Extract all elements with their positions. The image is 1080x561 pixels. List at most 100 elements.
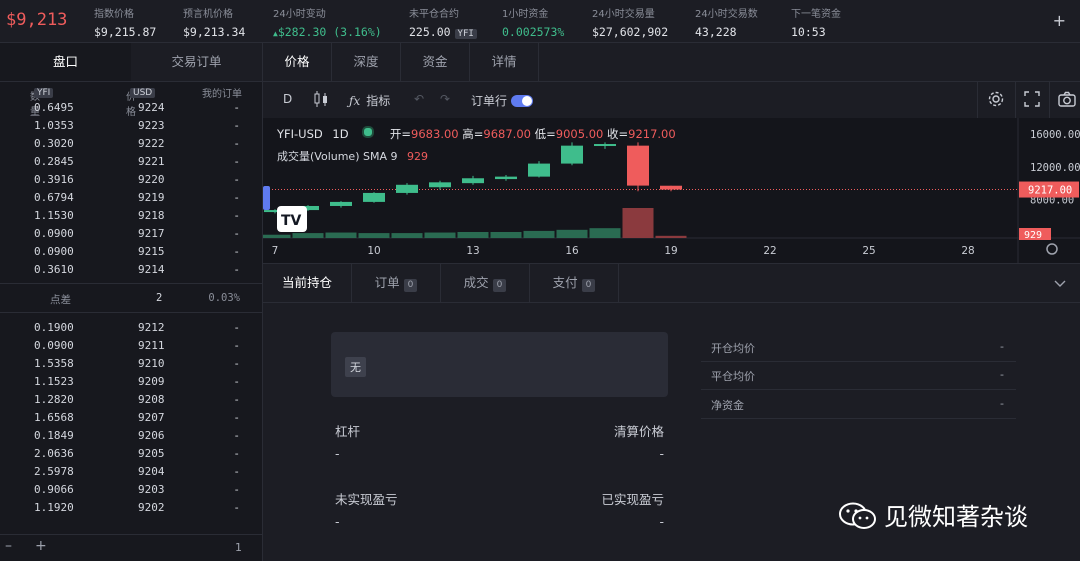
camera-icon[interactable] [1057, 90, 1077, 111]
tab-depth[interactable]: 深度 [332, 43, 401, 81]
orderbook-row[interactable]: 0.1849 9206 - [0, 427, 262, 445]
current-price-label: 9217.00 [1028, 185, 1072, 197]
orderbook-row[interactable]: 2.0636 9205 - [0, 445, 262, 463]
unrealized-pnl-value: - [335, 514, 340, 529]
indicators-button[interactable]: ƒx 指标 [349, 92, 390, 109]
candle-body [330, 201, 352, 206]
orderbook-row[interactable]: 0.3916 9220 - [0, 171, 262, 189]
stat-label: 未平仓合约 [409, 9, 459, 20]
volume-bar [358, 233, 390, 238]
row-my-order: - [233, 483, 240, 496]
row-my-order: - [233, 209, 240, 222]
orderbook-row[interactable]: 0.0900 9217 - [0, 225, 262, 243]
orderbook-panel: 盘口 交易订单 数量YFI 价格USD 我的订单 0.6495 9224 - 1.03… [0, 43, 263, 561]
row-qty: 0.0900 [34, 339, 74, 352]
row-price: 9210 [138, 357, 165, 370]
orderbook-row[interactable]: 1.5358 9210 - [0, 355, 262, 373]
undo-icon[interactable]: ↶ [414, 92, 424, 106]
orderline-toggle[interactable]: 订单行 [471, 92, 534, 109]
orderbook-row[interactable]: 0.0900 9215 - [0, 243, 262, 261]
x-tick-label: 10 [367, 245, 380, 257]
redo-icon[interactable]: ↷ [440, 92, 450, 106]
price-step[interactable]: 1 [235, 541, 242, 554]
candle-body [528, 163, 550, 177]
row-price: 9211 [138, 339, 165, 352]
row-qty: 0.6495 [34, 101, 74, 114]
function-icon: ƒx [349, 94, 361, 108]
row-my-order: - [233, 245, 240, 258]
liquidation-price-value: - [659, 446, 664, 461]
orderbook-row[interactable]: 1.0353 9223 - [0, 117, 262, 135]
row-price: 9212 [138, 321, 165, 334]
price-chart[interactable]: 16000.00 12000.00 8000.00 9217.00 929 7 10 13 16… [259, 118, 1080, 263]
orderbook-row[interactable]: 0.6495 9224 - [0, 99, 262, 117]
y-tick-label: 16000.00 [1030, 129, 1080, 141]
chart-toolbar: D ƒx 指标 ↶ ↷ 订单行 [263, 82, 1080, 119]
stat-label: 24小时交易量 [592, 9, 655, 20]
x-tick-label: 7 [272, 245, 279, 257]
candle-type-icon[interactable] [313, 90, 329, 111]
tab-fills[interactable]: 成交 0 [441, 264, 530, 302]
toggle-switch[interactable] [511, 95, 534, 107]
y-tick-label: 12000.00 [1030, 162, 1080, 174]
add-market-button[interactable]: + [1053, 11, 1066, 30]
settings-gear-icon[interactable] [987, 90, 1005, 111]
spread-row: 点差 2 0.03% [0, 283, 262, 313]
stat-next-funding: 下一笔资金 10:53 [791, 5, 841, 39]
tab-positions[interactable]: 当前持仓 [263, 264, 352, 302]
tab-price[interactable]: 价格 [263, 43, 332, 81]
candle-body [561, 145, 583, 164]
main-tabs: 价格 深度 资金 详情 [263, 43, 1080, 82]
orderbook-row[interactable]: 0.6794 9219 - [0, 189, 262, 207]
tab-trades[interactable]: 交易订单 [131, 43, 262, 81]
orderbook-row[interactable]: 0.9066 9203 - [0, 481, 262, 499]
row-price: 9224 [138, 101, 165, 114]
zoom-in-button[interactable]: + [35, 538, 47, 554]
row-price: 9221 [138, 155, 165, 168]
fullscreen-icon[interactable] [1023, 90, 1041, 111]
row-price: 9222 [138, 137, 165, 150]
tab-orders[interactable]: 订单 0 [352, 264, 441, 302]
row-value: - [1000, 340, 1004, 353]
chevron-down-icon[interactable] [1054, 278, 1066, 291]
row-qty: 0.2845 [34, 155, 74, 168]
candle-body [594, 144, 616, 147]
orderbook-row[interactable]: 0.0900 9211 - [0, 337, 262, 355]
stat-oracle-price: 预言机价格 $9,213.34 [183, 5, 245, 39]
realized-pnl-value: - [659, 514, 664, 529]
tab-payments[interactable]: 支付 0 [530, 264, 619, 302]
row-my-order: - [233, 375, 240, 388]
interval-button[interactable]: D [283, 92, 292, 106]
orderbook-header: 数量YFI 价格USD 我的订单 [0, 82, 262, 118]
orderbook-row[interactable]: 1.1523 9209 - [0, 373, 262, 391]
row-qty: 1.1920 [34, 501, 74, 514]
orderbook-row[interactable]: 1.1530 9218 - [0, 207, 262, 225]
wechat-icon [838, 501, 878, 537]
orderbook-row[interactable]: 1.1920 9202 - [0, 499, 262, 517]
volume-bar [391, 233, 423, 238]
row-price: 9202 [138, 501, 165, 514]
position-selector[interactable]: 无 [331, 332, 668, 397]
orderbook-row[interactable]: 1.2820 9208 - [0, 391, 262, 409]
tab-orderbook[interactable]: 盘口 [0, 43, 131, 81]
close-label: 收= [606, 127, 629, 141]
row-price: 9205 [138, 447, 165, 460]
orderbook-row[interactable]: 2.5978 9204 - [0, 463, 262, 481]
tab-details[interactable]: 详情 [470, 43, 539, 81]
unrealized-pnl-label: 未实现盈亏 [335, 492, 398, 507]
watermark: 见微知著杂谈 [838, 497, 1028, 537]
candle-body [363, 192, 385, 202]
volume-badge-label: 929 [1024, 230, 1042, 241]
orderbook-row[interactable]: 0.3610 9214 - [0, 261, 262, 279]
oi-unit-tag: YFI [454, 29, 477, 39]
candle-body [462, 178, 484, 184]
tab-funding[interactable]: 资金 [401, 43, 470, 81]
orderbook-row[interactable]: 0.3020 9222 - [0, 135, 262, 153]
tradingview-logo-mark: TV [281, 213, 302, 229]
orderbook-row[interactable]: 0.2845 9221 - [0, 153, 262, 171]
zoom-out-button[interactable]: – [5, 538, 12, 554]
orderbook-row[interactable]: 1.6568 9207 - [0, 409, 262, 427]
stat-24h-trades: 24小时交易数 43,228 [695, 5, 758, 39]
orderbook-row[interactable]: 0.1900 9212 - [0, 319, 262, 337]
row-price: 9217 [138, 227, 165, 240]
